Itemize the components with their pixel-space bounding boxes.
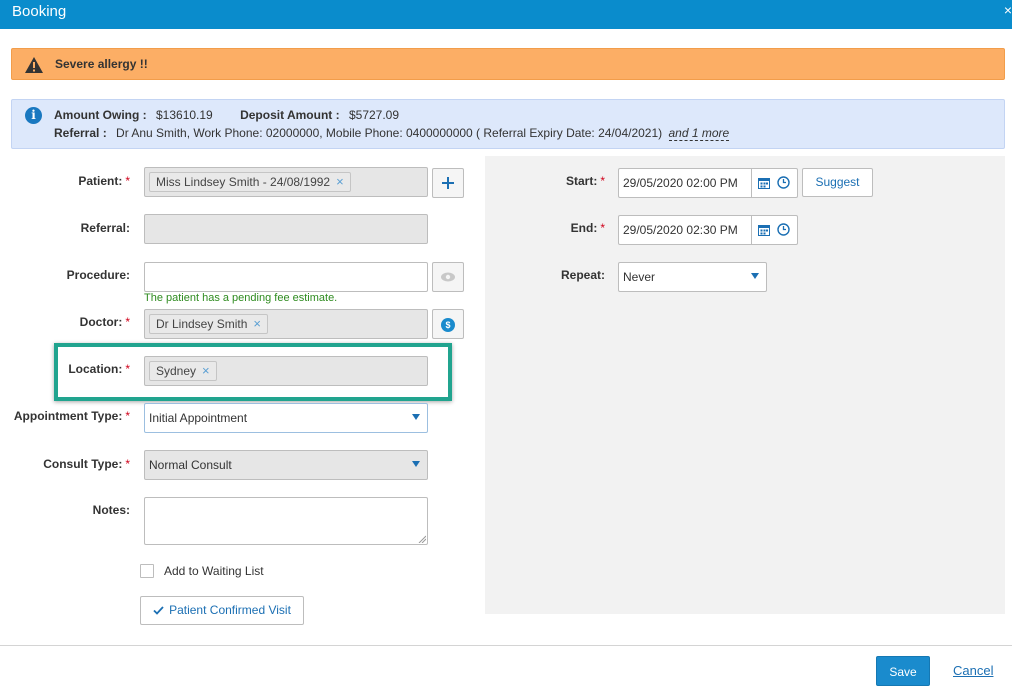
patient-confirmed-visit-button[interactable]: Patient Confirmed Visit xyxy=(140,596,304,625)
save-button[interactable]: Save xyxy=(876,656,930,686)
remove-patient-icon[interactable]: × xyxy=(336,174,344,189)
resize-handle-icon[interactable] xyxy=(418,535,426,543)
doctor-field[interactable]: Dr Lindsey Smith × xyxy=(144,309,428,339)
footer-divider xyxy=(0,645,1012,646)
fee-estimate-hint: The patient has a pending fee estimate. xyxy=(144,292,338,304)
referral-field[interactable] xyxy=(144,214,428,244)
location-highlight-box xyxy=(54,343,452,401)
repeat-select[interactable]: Never xyxy=(618,262,767,292)
clock-icon[interactable] xyxy=(777,223,790,236)
procedure-input[interactable] xyxy=(144,262,428,292)
amount-owing-label: Amount Owing : xyxy=(54,108,147,122)
appointment-type-label: Appointment Type: * xyxy=(13,409,130,423)
consult-type-label: Consult Type: * xyxy=(43,457,130,471)
notes-textarea[interactable] xyxy=(144,497,428,545)
view-procedure-button[interactable] xyxy=(432,262,464,292)
chevron-down-icon xyxy=(412,414,420,420)
repeat-label: Repeat: xyxy=(560,268,605,282)
doctor-fee-button[interactable]: $ xyxy=(432,309,464,339)
appointment-type-select[interactable]: Initial Appointment xyxy=(144,403,428,433)
doctor-label: Doctor: * xyxy=(79,315,130,329)
eye-icon xyxy=(441,272,455,282)
plus-icon xyxy=(442,177,454,189)
referral-info-label: Referral : xyxy=(54,126,107,140)
allergy-alert: Severe allergy !! xyxy=(11,48,1005,80)
referral-more-link[interactable]: and 1 more xyxy=(668,126,730,141)
deposit-label: Deposit Amount : xyxy=(240,108,340,122)
dollar-icon: $ xyxy=(441,318,455,332)
waiting-list-label: Add to Waiting List xyxy=(164,564,264,578)
info-icon: i xyxy=(25,107,42,124)
add-patient-button[interactable] xyxy=(432,168,464,198)
amounts-row: Amount Owing : $13610.19 Deposit Amount … xyxy=(54,108,399,122)
clock-icon[interactable] xyxy=(777,176,790,189)
close-icon[interactable]: × xyxy=(1004,2,1012,18)
calendar-icon[interactable] xyxy=(758,224,770,236)
end-label: End: * xyxy=(570,221,605,235)
remove-doctor-icon[interactable]: × xyxy=(253,316,261,331)
billing-info-box: i Amount Owing : $13610.19 Deposit Amoun… xyxy=(11,99,1005,149)
start-label: Start: * xyxy=(565,174,605,188)
chevron-down-icon xyxy=(751,273,759,279)
waiting-list-checkbox[interactable] xyxy=(140,564,154,578)
cancel-link[interactable]: Cancel xyxy=(953,663,993,678)
dialog-title: Booking xyxy=(12,3,67,20)
calendar-icon[interactable] xyxy=(758,177,770,189)
referral-info-text: Dr Anu Smith, Work Phone: 02000000, Mobi… xyxy=(116,126,663,140)
start-datetime-input[interactable]: 29/05/2020 02:00 PM xyxy=(618,168,798,198)
patient-chip: Miss Lindsey Smith - 24/08/1992 × xyxy=(149,172,351,192)
dialog-titlebar: Booking × xyxy=(0,0,1012,29)
doctor-chip: Dr Lindsey Smith × xyxy=(149,314,268,334)
referral-label: Referral: xyxy=(80,221,130,235)
suggest-button[interactable]: Suggest xyxy=(802,168,873,197)
alert-text: Severe allergy !! xyxy=(55,57,148,71)
referral-row: Referral : Dr Anu Smith, Work Phone: 020… xyxy=(54,126,730,141)
warning-icon xyxy=(25,57,43,73)
chevron-down-icon xyxy=(412,461,420,467)
check-icon xyxy=(153,606,164,615)
procedure-label: Procedure: xyxy=(66,268,130,282)
consult-type-select[interactable]: Normal Consult xyxy=(144,450,428,480)
notes-label: Notes: xyxy=(92,503,130,517)
deposit-value: $5727.09 xyxy=(348,108,400,122)
patient-field[interactable]: Miss Lindsey Smith - 24/08/1992 × xyxy=(144,167,428,197)
amount-owing-value: $13610.19 xyxy=(156,108,213,122)
patient-label: Patient: * xyxy=(78,174,130,188)
end-datetime-input[interactable]: 29/05/2020 02:30 PM xyxy=(618,215,798,245)
